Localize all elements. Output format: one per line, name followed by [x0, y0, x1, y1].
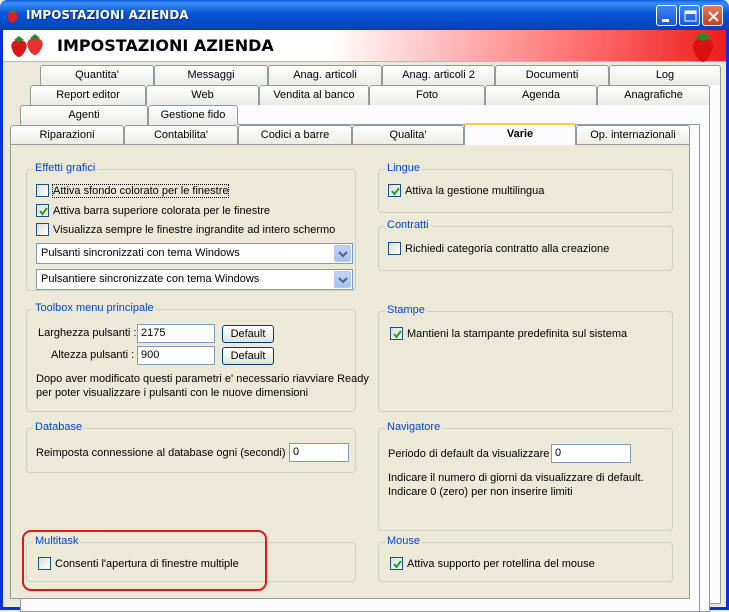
checkbox-box[interactable] — [390, 557, 403, 570]
label-reimposta-connessione: Reimposta connessione al database ogni (… — [36, 447, 292, 459]
maximize-button[interactable] — [679, 5, 700, 26]
title-bar[interactable]: IMPOSTAZIONI AZIENDA — [0, 0, 729, 30]
label-larghezza: Larghezza pulsanti : — [38, 327, 137, 339]
strawberries-logo — [11, 34, 43, 57]
legend-toolbox: Toolbox menu principale — [33, 302, 156, 314]
checkbox-stampante-predefinita[interactable]: Mantieni la stampante predefinita sul si… — [390, 327, 627, 340]
legend-navigatore: Navigatore — [385, 421, 443, 433]
combo-pulsantiere[interactable]: Pulsantiere sincronizzate con tema Windo… — [36, 269, 353, 290]
legend-stampe: Stampe — [385, 304, 427, 316]
default-altezza-button[interactable]: Default — [222, 347, 274, 365]
combo-pulsanti[interactable]: Pulsanti sincronizzati con tema Windows — [36, 243, 353, 264]
window-title: IMPOSTAZIONI AZIENDA — [26, 8, 189, 22]
checkbox-box[interactable] — [390, 327, 403, 340]
legend-contratti: Contratti — [385, 219, 431, 231]
group-database: Database Reimposta connessione al databa… — [26, 421, 356, 473]
check-icon — [391, 187, 400, 196]
tab-anag-articoli[interactable]: Anag. articoli — [268, 65, 382, 85]
tab-gestione-fido[interactable]: Gestione fido — [148, 105, 238, 125]
legend-mouse: Mouse — [385, 535, 423, 547]
legend-lingue: Lingue — [385, 162, 423, 174]
label-periodo-default: Periodo di default da visualizzare : — [388, 448, 556, 460]
tab-web[interactable]: Web — [146, 85, 259, 105]
group-lingue: Lingue Attiva la gestione multilingua — [378, 162, 673, 213]
checkbox-box[interactable] — [36, 184, 49, 197]
checkbox-sfondo-colorato[interactable]: Attiva sfondo colorato per le finestre — [36, 183, 230, 198]
strawberry-icon — [7, 9, 18, 23]
dropdown-arrow-icon[interactable] — [334, 245, 351, 262]
toolbox-note-line2: per poter visualizzare i pulsanti con le… — [36, 387, 309, 399]
checkbox-multilingua[interactable]: Attiva la gestione multilingua — [388, 184, 544, 197]
minimize-button[interactable] — [656, 5, 677, 26]
legend-database: Database — [33, 421, 85, 433]
input-periodo-default[interactable]: 0 — [551, 444, 631, 463]
tab-report-editor[interactable]: Report editor — [30, 85, 146, 105]
checkbox-finestre-ingrandite[interactable]: Visualizza sempre le finestre ingrandite… — [36, 223, 335, 236]
input-larghezza[interactable]: 2175 — [137, 324, 215, 343]
banner-title: IMPOSTAZIONI AZIENDA — [57, 36, 274, 55]
tab-foto[interactable]: Foto — [369, 85, 485, 105]
toolbox-note-line1: Dopo aver modificato questi parametri e'… — [36, 373, 369, 385]
group-stampe: Stampe Mantieni la stampante predefinita… — [378, 304, 673, 412]
minimize-icon — [662, 19, 669, 22]
tab-log[interactable]: Log — [609, 65, 721, 85]
tab-agenda[interactable]: Agenda — [485, 85, 597, 105]
default-larghezza-button[interactable]: Default — [222, 325, 274, 343]
multitask-highlight — [22, 530, 267, 591]
legend-effetti-grafici: Effetti grafici — [33, 162, 98, 174]
tab-contabilita[interactable]: Contabilita' — [124, 125, 238, 145]
tab-varie[interactable]: Varie — [464, 123, 576, 145]
group-navigatore: Navigatore Periodo di default da visuali… — [378, 421, 673, 531]
tab-quantita[interactable]: Quantita' — [40, 65, 154, 85]
checkbox-barra-superiore[interactable]: Attiva barra superiore colorata per le f… — [36, 204, 270, 217]
group-effetti-grafici: Effetti grafici Attiva sfondo colorato p… — [26, 162, 356, 291]
header-banner: IMPOSTAZIONI AZIENDA — [3, 30, 726, 62]
checkbox-box[interactable] — [388, 184, 401, 197]
check-icon — [39, 207, 48, 216]
tab-messaggi[interactable]: Messaggi — [154, 65, 268, 85]
tab-vendita-al-banco[interactable]: Vendita al banco — [259, 85, 369, 105]
group-contratti: Contratti Richiedi categoria contratto a… — [378, 219, 673, 271]
check-icon — [393, 330, 402, 339]
label-altezza: Altezza pulsanti : — [51, 349, 135, 361]
checkbox-box[interactable] — [388, 242, 401, 255]
group-toolbox: Toolbox menu principale Larghezza pulsan… — [26, 302, 369, 412]
tab-anag-articoli-2[interactable]: Anag. articoli 2 — [382, 65, 495, 85]
tab-qualita[interactable]: Qualita' — [352, 125, 464, 145]
maximize-icon — [684, 10, 697, 22]
group-mouse: Mouse Attiva supporto per rotellina del … — [378, 535, 673, 582]
check-icon — [393, 560, 402, 569]
navigatore-note-line1: Indicare il numero di giorni da visualiz… — [388, 472, 644, 484]
dropdown-arrow-icon[interactable] — [334, 271, 351, 288]
navigatore-note-line2: Indicare 0 (zero) per non inserire limit… — [388, 486, 573, 498]
tab-anagrafiche[interactable]: Anagrafiche — [597, 85, 710, 105]
tab-documenti[interactable]: Documenti — [495, 65, 609, 85]
input-reimposta-connessione[interactable]: 0 — [289, 443, 349, 462]
checkbox-rotellina-mouse[interactable]: Attiva supporto per rotellina del mouse — [390, 557, 595, 570]
tab-riparazioni[interactable]: Riparazioni — [10, 125, 124, 145]
checkbox-categoria-contratto[interactable]: Richiedi categoria contratto alla creazi… — [388, 242, 609, 255]
close-icon — [708, 11, 719, 22]
close-button[interactable] — [702, 5, 723, 26]
checkbox-box[interactable] — [36, 223, 49, 236]
tab-codici-a-barre[interactable]: Codici a barre — [238, 125, 352, 145]
tab-op-internazionali[interactable]: Op. internazionali — [576, 125, 690, 145]
input-altezza[interactable]: 900 — [137, 346, 215, 365]
strawberry-logo — [692, 32, 714, 62]
tab-agenti[interactable]: Agenti — [20, 105, 148, 125]
checkbox-box[interactable] — [36, 204, 49, 217]
